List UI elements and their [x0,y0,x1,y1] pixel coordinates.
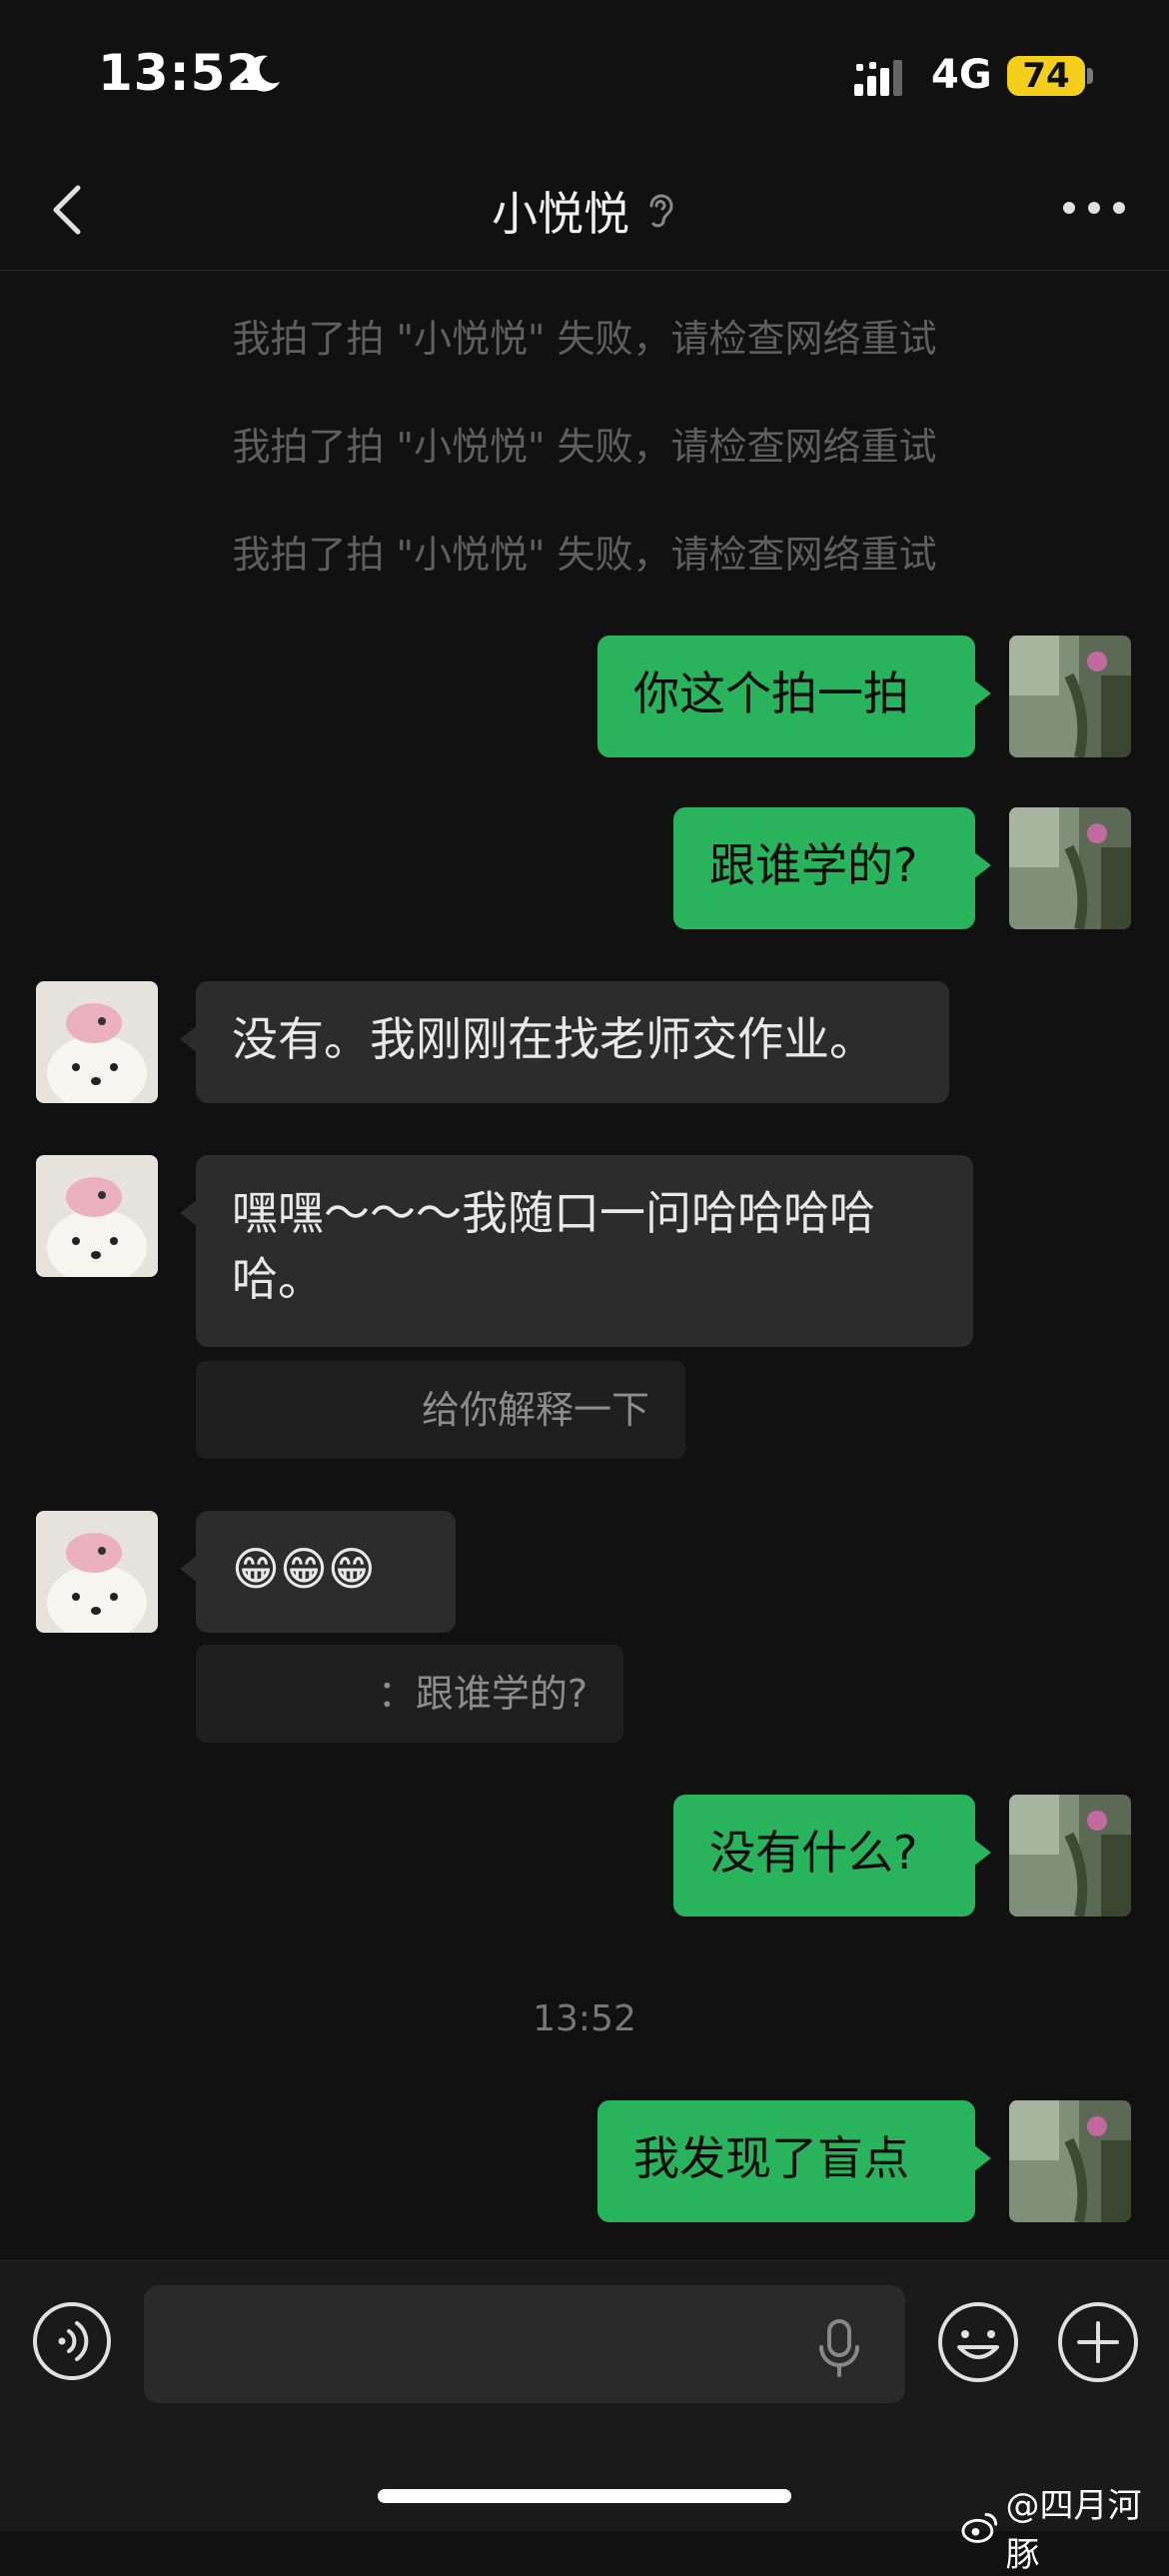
system-notice: 我拍了拍 "小悦悦" 失败，请检查网络重试 [232,425,937,469]
voice-input-icon[interactable] [32,2301,112,2381]
battery-level: 74 [1007,56,1085,96]
microphone-icon[interactable] [809,2317,869,2379]
more-icon[interactable] [1059,188,1129,228]
my-avatar[interactable] [1009,636,1131,757]
message-bubble-sent[interactable]: 我发现了盲点 [597,2100,991,2222]
message-bubble-sent[interactable]: 跟谁学的? [673,807,991,929]
message-input[interactable] [144,2285,905,2403]
message-bubble-sent[interactable]: 你这个拍一拍 [597,636,991,757]
message-bubble-received[interactable]: 嘿嘿～～～我随口一问哈哈哈哈哈。 [180,1155,973,1347]
my-avatar[interactable] [1009,1795,1131,1917]
message-bubble-received[interactable]: 😁😁😁 [180,1511,456,1633]
contact-avatar[interactable] [36,1155,158,1277]
my-avatar[interactable] [1009,2100,1131,2222]
earpiece-mode-icon [649,194,673,228]
plus-icon[interactable] [1057,2301,1139,2383]
quoted-reply[interactable]: ：跟谁学的? [196,1645,623,1743]
home-indicator[interactable] [378,2489,791,2503]
battery-tip [1087,68,1093,84]
message-timestamp: 13:52 [533,1998,636,2039]
chat-title: 小悦悦 [492,187,629,241]
quoted-reply[interactable]: 给你解释一下 [196,1361,685,1459]
contact-avatar[interactable] [36,1511,158,1633]
network-type: 4G [931,52,992,98]
signal-icon [854,60,902,96]
system-notice: 我拍了拍 "小悦悦" 失败，请检查网络重试 [232,317,937,361]
message-bubble-sent[interactable]: 没有什么? [673,1795,991,1917]
watermark-text: @四月河豚 [1005,2486,1142,2575]
weibo-logo-icon [961,2513,998,2543]
emoji-icon[interactable] [937,2301,1019,2383]
message-bubble-received[interactable]: 没有。我刚刚在找老师交作业。 [180,981,949,1103]
watermark: @四月河豚 [961,2478,1169,2576]
my-avatar[interactable] [1009,807,1131,929]
chat-header: 小悦悦 [0,150,1169,271]
system-notice: 我拍了拍 "小悦悦" 失败，请检查网络重试 [232,533,937,577]
contact-avatar[interactable] [36,981,158,1103]
status-bar: 13:52 4G 74 [0,0,1169,150]
moon-icon [246,55,280,92]
status-time: 13:52 [98,44,263,102]
